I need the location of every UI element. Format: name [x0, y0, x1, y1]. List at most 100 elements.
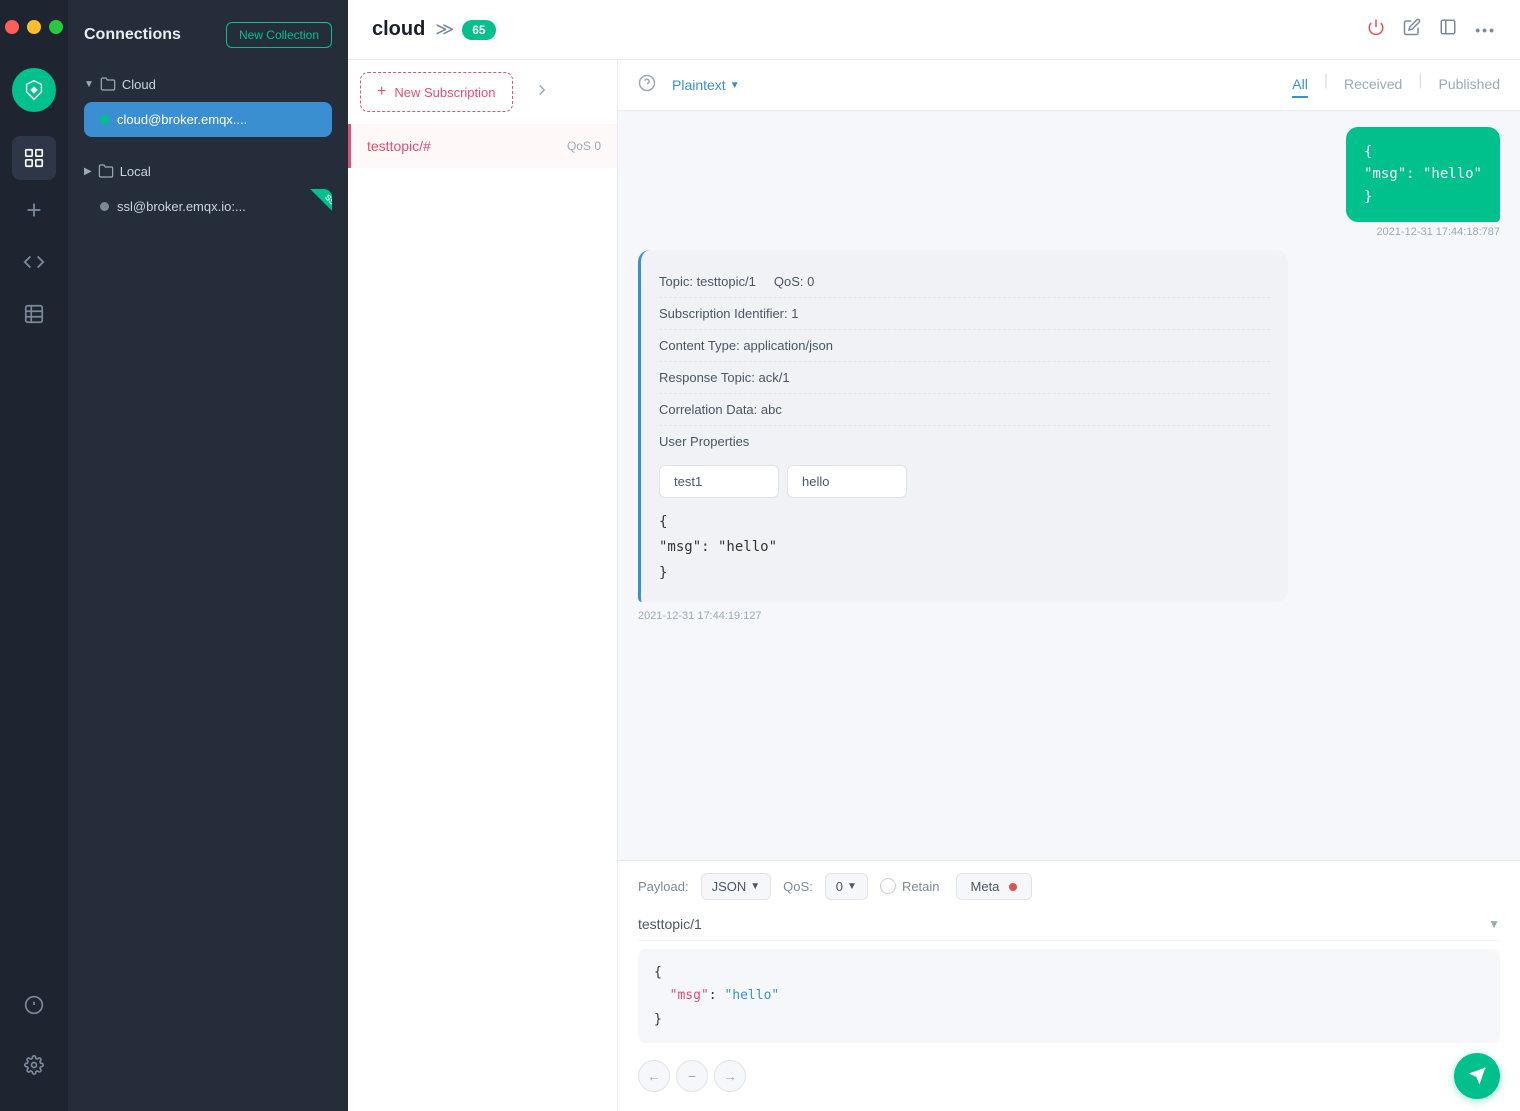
connections-header: Connections New Collection [68, 0, 348, 64]
main-area: cloud ≫ 65 ••• [348, 0, 1520, 1111]
ssl-connection-name: ssl@broker.emqx.io:... [117, 199, 246, 214]
format-select-chevron: ▼ [750, 881, 760, 892]
new-sub-row: + New Subscription [348, 60, 617, 124]
qos-label: QoS: [783, 879, 813, 894]
topic-row: Topic: testtopic/1 QoS: 0 [659, 266, 1270, 298]
local-group-header[interactable]: ▶ Local [76, 155, 340, 187]
navigation-buttons: ← − → [638, 1060, 746, 1092]
sent-message: { "msg": "hello" } 2021-12-31 17:44:18:7… [1346, 127, 1500, 238]
nav-next-button[interactable]: → [714, 1060, 746, 1092]
edit-icon[interactable] [1403, 18, 1421, 41]
top-bar: cloud ≫ 65 ••• [348, 0, 1520, 60]
topic-input[interactable] [638, 916, 1488, 932]
subscription-id-row: Subscription Identifier: 1 [659, 298, 1270, 330]
new-window-icon[interactable] [1439, 18, 1457, 41]
received-message-time: 2021-12-31 17:44:19:127 [638, 610, 1298, 622]
plus-icon: + [377, 83, 386, 101]
messages-list: { "msg": "hello" } 2021-12-31 17:44:18:7… [618, 111, 1520, 860]
cloud-group-header[interactable]: ▼ Cloud [76, 68, 340, 100]
minimize-button[interactable] [27, 20, 41, 34]
nav-prev-button[interactable]: ← [638, 1060, 670, 1092]
local-group: ▶ Local ssl@broker.emqx.io:... SSL [68, 151, 348, 230]
format-selector[interactable]: Plaintext ▼ [672, 77, 740, 93]
ssl-badge-container: SSL [294, 189, 332, 224]
cloud-group: ▼ Cloud cloud@broker.emqx.... [68, 64, 348, 143]
send-button[interactable] [1454, 1053, 1500, 1099]
sidebar-item-code[interactable] [12, 240, 56, 284]
publish-bar: Payload: JSON ▼ QoS: 0 ▼ Retain [618, 860, 1520, 1111]
ssl-connection-item[interactable]: ssl@broker.emqx.io:... SSL [84, 189, 332, 224]
sidebar-item-info[interactable] [12, 983, 56, 1027]
response-topic-row: Response Topic: ack/1 [659, 362, 1270, 394]
format-chevron-icon: ▼ [730, 80, 740, 91]
connections-title: Connections [84, 26, 181, 44]
ssl-connection-status-dot [100, 202, 109, 211]
sidebar-item-add[interactable] [12, 188, 56, 232]
cloud-connection-name: cloud@broker.emqx.... [117, 112, 247, 127]
subscription-topic: testtopic/# [367, 138, 431, 154]
user-properties-inputs: test1 hello [659, 465, 1270, 498]
cloud-folder-icon [100, 76, 116, 92]
power-icon[interactable] [1367, 18, 1385, 41]
received-message: Topic: testtopic/1 QoS: 0 Subscription I… [638, 250, 1298, 622]
retain-circle [880, 878, 896, 894]
ssl-badge: SSL [308, 189, 332, 224]
message-count-badge: 65 [462, 20, 495, 40]
local-folder-icon [98, 163, 114, 179]
qos-chevron: ▼ [847, 881, 857, 892]
sidebar-item-settings[interactable] [12, 1043, 56, 1087]
cloud-connection-item[interactable]: cloud@broker.emqx.... [84, 102, 332, 137]
code-line1: { [659, 510, 1270, 535]
sent-message-bubble: { "msg": "hello" } [1346, 127, 1500, 222]
qos-select[interactable]: 0 ▼ [825, 873, 868, 900]
sidebar-item-connections[interactable] [12, 136, 56, 180]
payload-line1: { [654, 961, 1484, 984]
help-icon[interactable] [638, 74, 656, 97]
topic-row: ▼ [638, 908, 1500, 941]
content-area: + New Subscription testtopic/# QoS 0 [348, 60, 1520, 1111]
nav-minus-button[interactable]: − [676, 1060, 708, 1092]
payload-line2: "msg": "hello" [654, 984, 1484, 1007]
payload-line3: } [654, 1008, 1484, 1031]
icon-sidebar [0, 0, 68, 1111]
local-group-chevron: ▶ [84, 166, 92, 177]
retain-checkbox[interactable]: Retain [880, 878, 940, 894]
sent-message-time: 2021-12-31 17:44:18:787 [1346, 226, 1500, 238]
messages-area: Plaintext ▼ All | Received | Published { [618, 60, 1520, 1111]
tab-all[interactable]: All [1292, 72, 1308, 98]
sent-line3: } [1364, 186, 1482, 208]
payload-editor[interactable]: { "msg": "hello" } [638, 949, 1500, 1043]
collapse-icon[interactable]: ≫ [435, 19, 454, 40]
meta-dot [1009, 883, 1017, 891]
tab-published[interactable]: Published [1439, 72, 1501, 98]
subscription-item[interactable]: testtopic/# QoS 0 [348, 124, 617, 168]
more-options-icon[interactable]: ••• [1475, 22, 1496, 38]
code-line3: } [659, 561, 1270, 586]
meta-button[interactable]: Meta [956, 873, 1033, 900]
message-filter-bar: Plaintext ▼ All | Received | Published [618, 60, 1520, 111]
cloud-group-label: Cloud [122, 77, 156, 92]
cloud-group-chevron: ▼ [84, 79, 94, 90]
page-title: cloud [372, 18, 425, 41]
payload-format-select[interactable]: JSON ▼ [701, 873, 772, 900]
filter-icon[interactable] [525, 69, 559, 116]
sent-line2: "msg": "hello" [1364, 163, 1482, 185]
sidebar-item-table[interactable] [12, 292, 56, 336]
content-type-row: Content Type: application/json [659, 330, 1270, 362]
topic-chevron-icon[interactable]: ▼ [1488, 917, 1500, 931]
maximize-button[interactable] [49, 20, 63, 34]
new-collection-button[interactable]: New Collection [226, 22, 332, 48]
user-properties-label: User Properties [659, 426, 1270, 457]
local-group-label: Local [120, 164, 151, 179]
publish-actions: ← − → [638, 1053, 1500, 1099]
correlation-data-row: Correlation Data: abc [659, 394, 1270, 426]
close-button[interactable] [5, 20, 19, 34]
payload-label: Payload: [638, 879, 689, 894]
code-line2: "msg": "hello" [659, 535, 1270, 560]
connection-status-dot [100, 115, 109, 124]
user-prop-value: hello [787, 465, 907, 498]
user-prop-key: test1 [659, 465, 779, 498]
new-subscription-button[interactable]: + New Subscription [360, 72, 513, 112]
subscriptions-panel: + New Subscription testtopic/# QoS 0 [348, 60, 618, 1111]
tab-received[interactable]: Received [1344, 72, 1402, 98]
